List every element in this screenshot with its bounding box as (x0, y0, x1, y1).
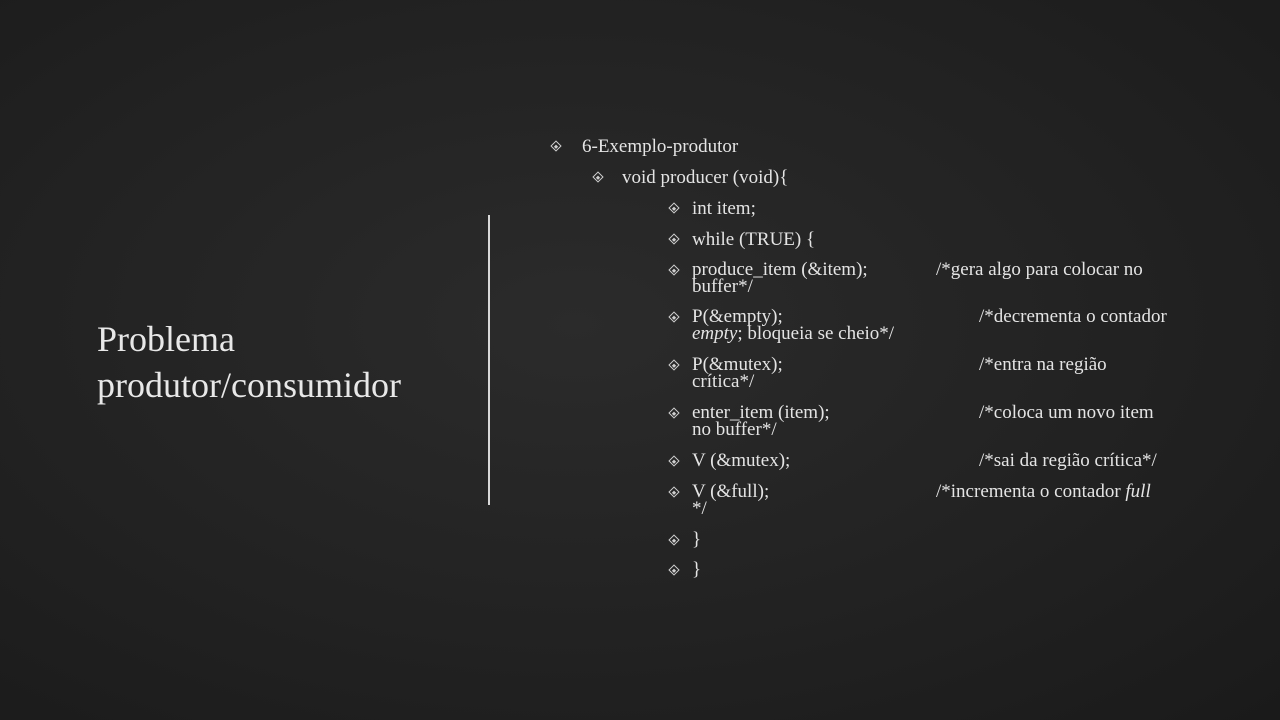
bullet-int-item: int item; (692, 198, 756, 219)
bullet-enter-item-comment: /*coloca um novo item (979, 402, 1154, 423)
slide-title: Problema produtor/consumidor (97, 316, 401, 408)
slide: Problema produtor/consumidor 6-Exemplo-p… (0, 0, 1280, 720)
diamond-bullet-icon (668, 564, 680, 576)
vertical-divider (488, 215, 490, 505)
diamond-bullet-icon (668, 455, 680, 467)
diamond-bullet-icon (668, 407, 680, 419)
bullet-p-empty-cont: empty; bloqueia se cheio*/ (692, 323, 895, 344)
diamond-bullet-icon (668, 264, 680, 276)
bullet-void-producer: void producer (void){ (622, 167, 789, 188)
bullet-v-full-cont: */ (692, 498, 707, 519)
diamond-bullet-icon (668, 233, 680, 245)
bullet-while-true: while (TRUE) { (692, 229, 816, 250)
diamond-bullet-icon (668, 486, 680, 498)
bullet-close-brace-2: } (692, 559, 702, 580)
diamond-bullet-icon (668, 202, 680, 214)
full-italic: full (1125, 481, 1151, 502)
bullet-p-mutex-comment: /*entra na região (979, 354, 1107, 375)
empty-italic: empty (692, 323, 738, 344)
bullet-close-brace-1: } (692, 529, 702, 550)
bullet-example-producer: 6-Exemplo-produtor (582, 136, 739, 157)
bullet-produce-item-comment: /*gera algo para colocar no (936, 259, 1143, 280)
bullet-enter-item-cont: no buffer*/ (692, 419, 777, 440)
bullet-p-empty-comment: /*decrementa o contador (979, 306, 1167, 327)
bullet-v-full-comment: /*incrementa o contador full (936, 481, 1151, 502)
diamond-bullet-icon (668, 359, 680, 371)
full-prefix: /*incrementa o contador (936, 481, 1126, 502)
title-line-1: Problema (97, 319, 235, 359)
diamond-bullet-icon (592, 171, 604, 183)
bullet-v-mutex-comment: /*sai da região crítica*/ (979, 450, 1157, 471)
empty-rest: ; bloqueia se cheio*/ (737, 323, 895, 344)
bullet-produce-item-cont: buffer*/ (692, 276, 753, 297)
title-line-2: produtor/consumidor (97, 365, 401, 405)
diamond-bullet-icon (668, 311, 680, 323)
diamond-bullet-icon (550, 140, 562, 152)
diamond-bullet-icon (668, 534, 680, 546)
bullet-p-mutex-cont: crítica*/ (692, 371, 755, 392)
bullet-v-mutex-code: V (&mutex); (692, 450, 791, 471)
